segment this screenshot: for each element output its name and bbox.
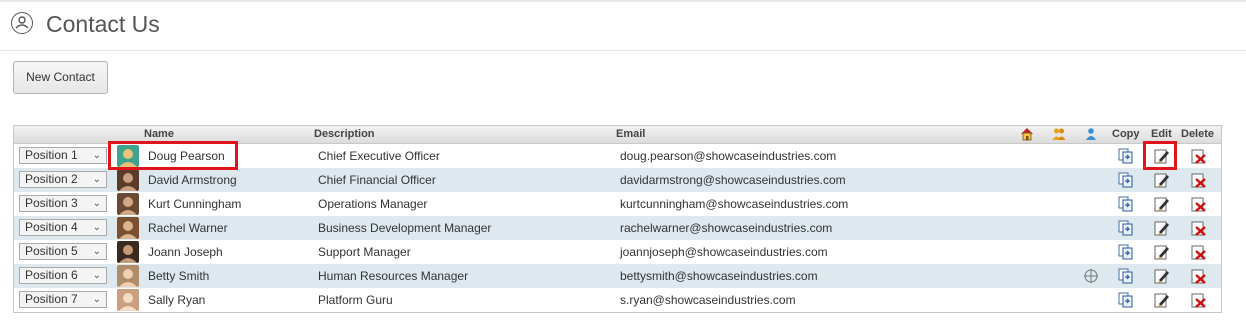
position-select[interactable]: Position 1 ⌄: [19, 147, 107, 164]
chevron-down-icon: ⌄: [92, 246, 101, 257]
copy-icon[interactable]: [1118, 220, 1134, 236]
edit-icon[interactable]: [1154, 172, 1170, 188]
page-title: Contact Us: [46, 11, 160, 37]
chevron-down-icon: ⌄: [92, 294, 101, 305]
delete-icon[interactable]: [1191, 220, 1207, 236]
edit-icon[interactable]: [1154, 244, 1170, 260]
contact-name[interactable]: Sally Ryan: [148, 293, 205, 307]
delete-icon[interactable]: [1191, 196, 1207, 212]
contact-description: Chief Financial Officer: [318, 173, 436, 187]
contact-email: doug.pearson@showcaseindustries.com: [620, 149, 837, 163]
position-select-value: Position 2: [25, 172, 78, 186]
delete-icon[interactable]: [1191, 268, 1207, 284]
chevron-down-icon: ⌄: [92, 150, 101, 161]
avatar: [117, 241, 139, 263]
edit-icon[interactable]: [1154, 220, 1170, 236]
position-select-value: Position 1: [25, 148, 78, 162]
chevron-down-icon: ⌄: [92, 270, 101, 281]
position-select[interactable]: Position 5 ⌄: [19, 243, 107, 260]
contact-description: Operations Manager: [318, 197, 428, 211]
chevron-down-icon: ⌄: [92, 174, 101, 185]
group-icon: [1052, 128, 1066, 140]
column-header-email[interactable]: Email: [616, 128, 645, 140]
position-select[interactable]: Position 7 ⌄: [19, 291, 107, 308]
contact-description: Business Development Manager: [318, 221, 492, 235]
edit-icon[interactable]: [1154, 292, 1170, 308]
contact-name[interactable]: Rachel Warner: [148, 221, 228, 235]
chevron-down-icon: ⌄: [92, 222, 101, 233]
table-row: Position 3 ⌄ Kurt Cunningham Operations …: [14, 192, 1221, 216]
table-row: Position 6 ⌄ Betty Smith Human Resources…: [14, 264, 1221, 288]
copy-icon[interactable]: [1118, 244, 1134, 260]
contact-name[interactable]: Betty Smith: [148, 269, 209, 283]
chevron-down-icon: ⌄: [92, 198, 101, 209]
position-select[interactable]: Position 3 ⌄: [19, 195, 107, 212]
delete-icon[interactable]: [1191, 244, 1207, 260]
copy-icon[interactable]: [1118, 196, 1134, 212]
position-select-value: Position 3: [25, 196, 78, 210]
avatar: [117, 265, 139, 287]
copy-icon[interactable]: [1118, 172, 1134, 188]
contact-description: Human Resources Manager: [318, 269, 469, 283]
crosshair-icon: [1084, 269, 1098, 283]
contacts-table: Name Description Email Copy Edit Delete …: [13, 125, 1222, 313]
table-row: Position 7 ⌄ Sally Ryan Platform Guru s.…: [14, 288, 1221, 312]
contact-name[interactable]: Doug Pearson: [148, 149, 225, 163]
position-select-value: Position 6: [25, 268, 78, 282]
avatar: [117, 217, 139, 239]
table-row: Position 5 ⌄ Joann Joseph Support Manage…: [14, 240, 1221, 264]
contact-icon: [11, 12, 33, 34]
contact-email: bettysmith@showcaseindustries.com: [620, 269, 818, 283]
avatar: [117, 193, 139, 215]
copy-icon[interactable]: [1118, 268, 1134, 284]
column-header-name[interactable]: Name: [144, 128, 174, 140]
avatar: [117, 289, 139, 311]
position-select-value: Position 5: [25, 244, 78, 258]
page-header: Contact Us: [0, 2, 1246, 51]
new-contact-button[interactable]: New Contact: [13, 61, 108, 94]
home-icon: [1021, 128, 1033, 141]
contact-description: Chief Executive Officer: [318, 149, 440, 163]
column-header-description[interactable]: Description: [314, 128, 375, 140]
edit-icon[interactable]: [1154, 268, 1170, 284]
column-header-copy: Copy: [1112, 128, 1140, 140]
delete-icon[interactable]: [1191, 292, 1207, 308]
position-select[interactable]: Position 6 ⌄: [19, 267, 107, 284]
position-select[interactable]: Position 4 ⌄: [19, 219, 107, 236]
contact-description: Support Manager: [318, 245, 411, 259]
table-row: Position 4 ⌄ Rachel Warner Business Deve…: [14, 216, 1221, 240]
avatar: [117, 169, 139, 191]
edit-icon[interactable]: [1154, 196, 1170, 212]
contact-name[interactable]: David Armstrong: [148, 173, 237, 187]
contact-email: kurtcunningham@showcaseindustries.com: [620, 197, 849, 211]
position-select[interactable]: Position 2 ⌄: [19, 171, 107, 188]
contact-email: davidarmstrong@showcaseindustries.com: [620, 173, 846, 187]
copy-icon[interactable]: [1118, 148, 1134, 164]
avatar: [117, 145, 139, 167]
column-header-delete: Delete: [1181, 128, 1215, 140]
contact-email: joannjoseph@showcaseindustries.com: [620, 245, 828, 259]
contact-email: rachelwarner@showcaseindustries.com: [620, 221, 833, 235]
copy-icon[interactable]: [1118, 292, 1134, 308]
column-header-edit: Edit: [1151, 128, 1172, 140]
table-row: Position 1 ⌄ Doug Pearson Chief Executiv…: [14, 144, 1221, 168]
contact-description: Platform Guru: [318, 293, 393, 307]
table-header: Name Description Email Copy Edit Delete: [14, 126, 1221, 144]
position-select-value: Position 7: [25, 292, 78, 306]
person-icon: [1086, 128, 1096, 140]
delete-icon[interactable]: [1191, 148, 1207, 164]
delete-icon[interactable]: [1191, 172, 1207, 188]
contact-name[interactable]: Kurt Cunningham: [148, 197, 241, 211]
edit-icon[interactable]: [1154, 148, 1170, 164]
position-select-value: Position 4: [25, 220, 78, 234]
table-row: Position 2 ⌄ David Armstrong Chief Finan…: [14, 168, 1221, 192]
contact-name[interactable]: Joann Joseph: [148, 245, 223, 259]
contact-email: s.ryan@showcaseindustries.com: [620, 293, 796, 307]
